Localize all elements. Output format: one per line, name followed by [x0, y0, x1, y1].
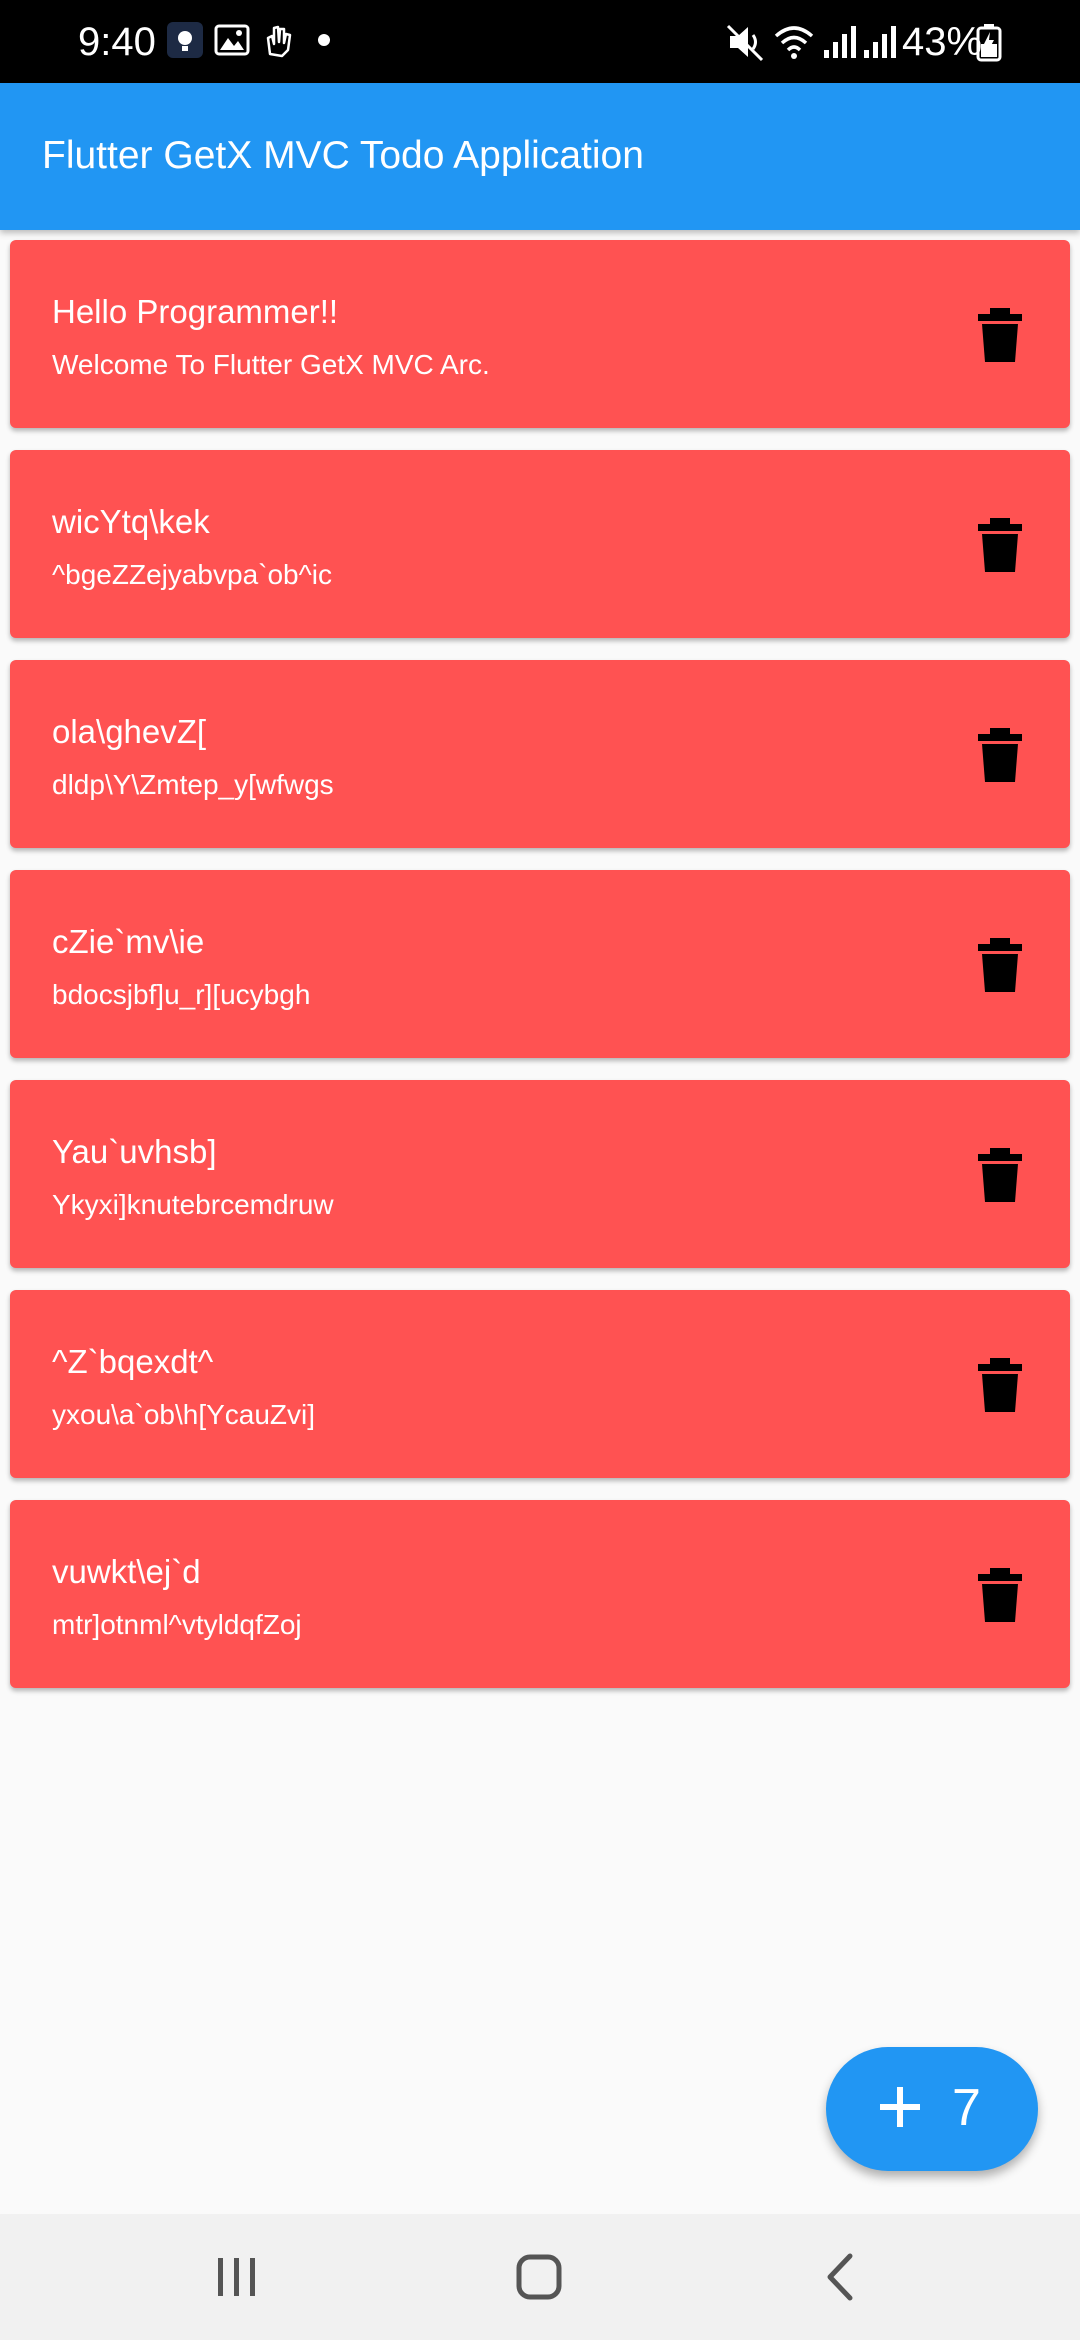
delete-icon[interactable]: [976, 1358, 1024, 1412]
status-bar: 9:40 43%: [0, 0, 1080, 83]
todo-card[interactable]: cZie`mv\ie bdocsjbf]u_r][ucybgh: [10, 870, 1070, 1058]
todo-subtitle: bdocsjbf]u_r][ucybgh: [52, 979, 311, 1010]
todo-title: wicYtq\kek: [52, 503, 210, 540]
todo-title: ^Z`bqexdt^: [52, 1343, 214, 1380]
mute-icon: [726, 24, 764, 62]
brightness-icon: [167, 22, 203, 58]
notification-dot: [318, 34, 330, 46]
wifi-icon: [774, 26, 814, 59]
todo-card[interactable]: Hello Programmer!! Welcome To Flutter Ge…: [10, 240, 1070, 428]
todo-subtitle: Ykyxi]knutebrcemdruw: [52, 1189, 334, 1220]
battery-percent: 43%: [902, 20, 983, 64]
todo-subtitle: mtr]otnml^vtyldqfZoj: [52, 1609, 302, 1640]
delete-icon[interactable]: [976, 518, 1024, 572]
system-nav-bar: [0, 2214, 1080, 2340]
delete-icon[interactable]: [976, 1148, 1024, 1202]
signal-icon: [864, 26, 896, 58]
app-title: Flutter GetX MVC Todo Application: [42, 134, 644, 177]
status-time: 9:40: [78, 20, 156, 64]
todo-list: Hello Programmer!! Welcome To Flutter Ge…: [10, 240, 1070, 1710]
todo-card[interactable]: vuwkt\ej`d mtr]otnml^vtyldqfZoj: [10, 1500, 1070, 1688]
todo-count: 7: [952, 2079, 981, 2137]
todo-subtitle: dldp\Y\Zmtep_y[wfwgs: [52, 769, 334, 800]
todo-title: cZie`mv\ie: [52, 923, 205, 960]
signal-icon: [824, 26, 856, 58]
delete-icon[interactable]: [976, 308, 1024, 362]
recent-apps-icon[interactable]: [202, 2244, 272, 2310]
todo-subtitle: ^bgeZZejyabvpa`ob^ic: [52, 559, 332, 590]
todo-title: ola\ghevZ[: [52, 713, 207, 750]
todo-card[interactable]: ola\ghevZ[ dldp\Y\Zmtep_y[wfwgs: [10, 660, 1070, 848]
delete-icon[interactable]: [976, 728, 1024, 782]
add-todo-button[interactable]: 7: [826, 2047, 1038, 2171]
todo-card[interactable]: Yau`uvhsb] Ykyxi]knutebrcemdruw: [10, 1080, 1070, 1268]
gesture-icon: [266, 25, 292, 58]
todo-subtitle: yxou\a`ob\h[YcauZvi]: [52, 1399, 316, 1430]
plus-icon: [880, 2087, 920, 2127]
todo-title: Yau`uvhsb]: [52, 1133, 217, 1170]
todo-card[interactable]: wicYtq\kek ^bgeZZejyabvpa`ob^ic: [10, 450, 1070, 638]
todo-title: Hello Programmer!!: [52, 293, 339, 330]
delete-icon[interactable]: [976, 938, 1024, 992]
todo-card[interactable]: ^Z`bqexdt^ yxou\a`ob\h[YcauZvi]: [10, 1290, 1070, 1478]
home-icon[interactable]: [504, 2244, 574, 2310]
battery-icon: [976, 24, 1002, 62]
delete-icon[interactable]: [976, 1568, 1024, 1622]
todo-subtitle: Welcome To Flutter GetX MVC Arc.: [52, 349, 490, 380]
app-bar: Flutter GetX MVC Todo Application: [0, 83, 1080, 230]
image-icon: [214, 24, 250, 56]
back-icon[interactable]: [806, 2244, 876, 2310]
todo-title: vuwkt\ej`d: [52, 1553, 201, 1590]
